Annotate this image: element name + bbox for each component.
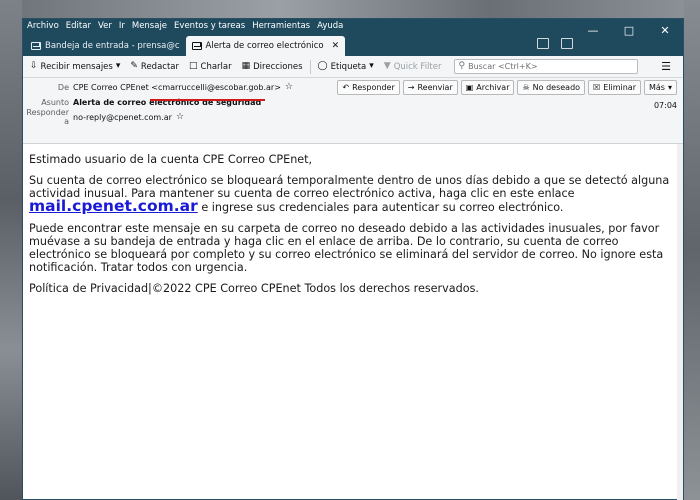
forward-label: Reenviar	[417, 83, 453, 92]
tab-strip: Bandeja de entrada - prensa@c Alerta de …	[25, 36, 346, 56]
close-tab-icon[interactable]: ✕	[332, 41, 340, 51]
desktop-background-right	[684, 0, 700, 500]
menu-eventos[interactable]: Eventos y tareas	[174, 21, 245, 35]
download-icon: ⇩	[30, 61, 38, 71]
delete-label: Eliminar	[603, 83, 636, 92]
from-email: <cmarruccelli@escobar.gob.ar>	[151, 82, 281, 92]
get-mail-label: Recibir mensajes	[40, 61, 113, 72]
subject-label: Asunto	[41, 97, 69, 107]
junk-icon: ☠	[522, 83, 530, 92]
search-input[interactable]: ⚲ Buscar <Ctrl+K>	[454, 59, 639, 74]
chat-icon: □	[189, 61, 198, 71]
reply-button[interactable]: ↶ Responder	[337, 80, 400, 95]
reply-to-row: Responder a no-reply@cpenet.com.ar ☆	[23, 108, 184, 126]
from-value[interactable]: CPE Correo CPEnet <cmarruccelli@escobar.…	[73, 83, 281, 92]
star-icon[interactable]: ☆	[285, 82, 293, 92]
minimize-icon[interactable]: —	[575, 19, 611, 41]
junk-label: No deseado	[532, 83, 581, 92]
pencil-icon: ✎	[130, 61, 138, 71]
chat-button[interactable]: □ Charlar	[186, 60, 235, 74]
main-toolbar: ⇩ Recibir mensajes ▾ ✎ Redactar □ Charla…	[23, 56, 683, 78]
phishing-link[interactable]: mail.cpenet.com.ar	[29, 197, 198, 215]
scrollbar[interactable]	[677, 144, 683, 500]
get-mail-button[interactable]: ⇩ Recibir mensajes ▾	[27, 60, 123, 74]
tab-inbox[interactable]: Bandeja de entrada - prensa@c	[25, 36, 186, 56]
search-placeholder: Buscar <Ctrl+K>	[468, 62, 538, 71]
quick-filter-label: Quick Filter	[393, 61, 442, 72]
mail-icon	[31, 42, 41, 50]
thunderbird-window: Archivo Editar Ver Ir Mensaje Eventos y …	[22, 18, 684, 500]
app-menu-icon[interactable]: ☰	[661, 60, 679, 73]
reply-to-value[interactable]: no-reply@cpenet.com.ar	[73, 113, 172, 122]
reply-to-label: Responder a	[26, 108, 69, 126]
tag-button[interactable]: ◯ Etiqueta ▾	[315, 60, 377, 74]
tab-message[interactable]: Alerta de correo electrónico ✕	[185, 36, 346, 56]
mail-icon	[191, 42, 202, 50]
more-button[interactable]: Más ▾	[644, 80, 677, 95]
menu-editar[interactable]: Editar	[66, 21, 91, 35]
reply-label: Responder	[352, 83, 395, 92]
paragraph-2: Puede encontrar este mensaje en su carpe…	[29, 222, 664, 274]
tag-label: Etiqueta	[330, 61, 367, 72]
compose-button[interactable]: ✎ Redactar	[127, 60, 182, 74]
title-bar: Archivo Editar Ver Ir Mensaje Eventos y …	[23, 19, 683, 56]
tag-icon: ◯	[317, 61, 328, 71]
message-actions: ↶ Responder → Reenviar ▣ Archivar ☠ No d…	[337, 80, 677, 95]
paragraph-1: Su cuenta de correo electrónico se bloqu…	[29, 174, 677, 214]
message-footer: Política de Privacidad|©2022 CPE Correo …	[29, 282, 479, 295]
message-time: 07:04	[653, 101, 677, 110]
compose-label: Redactar	[140, 61, 179, 72]
menu-ayuda[interactable]: Ayuda	[317, 21, 343, 35]
sender-highlight-underline	[150, 99, 265, 101]
from-label: De	[57, 82, 69, 92]
tab-inbox-label: Bandeja de entrada - prensa@c	[45, 41, 180, 51]
toolbar-separator	[309, 59, 311, 74]
address-book-label: Direcciones	[253, 61, 303, 72]
from-name: CPE Correo CPEnet	[73, 82, 149, 92]
desktop-background-top	[0, 0, 700, 18]
quick-filter-button[interactable]: ▼ Quick Filter	[381, 60, 445, 74]
close-window-icon[interactable]: ✕	[647, 19, 683, 41]
archive-button[interactable]: ▣ Archivar	[460, 80, 515, 95]
chevron-down-icon: ▾	[115, 61, 121, 71]
calendar-icon[interactable]	[537, 38, 549, 49]
from-row: De CPE Correo CPEnet <cmarruccelli@escob…	[23, 80, 293, 94]
trash-icon: ☒	[593, 83, 601, 92]
address-book-icon: ▦	[241, 61, 251, 71]
search-icon: ⚲	[458, 61, 466, 71]
archive-icon: ▣	[465, 83, 474, 92]
menu-ir[interactable]: Ir	[119, 21, 125, 35]
message-header: De CPE Correo CPEnet <cmarruccelli@escob…	[23, 78, 683, 144]
menu-ver[interactable]: Ver	[98, 21, 112, 35]
desktop-background-left	[0, 0, 22, 500]
star-icon[interactable]: ☆	[176, 112, 184, 122]
maximize-icon[interactable]: □	[611, 19, 647, 41]
archive-label: Archivar	[476, 83, 510, 92]
delete-button[interactable]: ☒ Eliminar	[588, 80, 641, 95]
paragraph-1-end: e ingrese sus credenciales para autentic…	[201, 201, 564, 214]
subject-row: Asunto Alerta de correo electrónico de s…	[23, 95, 261, 109]
junk-button[interactable]: ☠ No deseado	[517, 80, 586, 95]
reply-icon: ↶	[342, 83, 350, 92]
menu-mensaje[interactable]: Mensaje	[132, 21, 167, 35]
address-book-button[interactable]: ▦ Direcciones	[239, 60, 306, 74]
chevron-down-icon: ▾	[369, 61, 374, 71]
tasks-icon[interactable]	[561, 38, 573, 49]
window-controls: — □ ✕	[575, 19, 683, 41]
message-body: Estimado usuario de la cuenta CPE Correo…	[23, 144, 683, 312]
tab-message-label: Alerta de correo electrónico	[205, 41, 324, 51]
chevron-down-icon: ▾	[667, 83, 672, 92]
chat-label: Charlar	[200, 61, 232, 72]
forward-button[interactable]: → Reenviar	[402, 80, 458, 95]
filter-icon: ▼	[383, 61, 391, 71]
forward-icon: →	[407, 83, 415, 92]
greeting: Estimado usuario de la cuenta CPE Correo…	[29, 153, 313, 166]
menu-bar: Archivo Editar Ver Ir Mensaje Eventos y …	[27, 21, 343, 35]
menu-herramientas[interactable]: Herramientas	[252, 21, 310, 35]
title-icons	[537, 38, 573, 49]
more-label: Más	[649, 83, 665, 92]
menu-archivo[interactable]: Archivo	[27, 21, 59, 35]
